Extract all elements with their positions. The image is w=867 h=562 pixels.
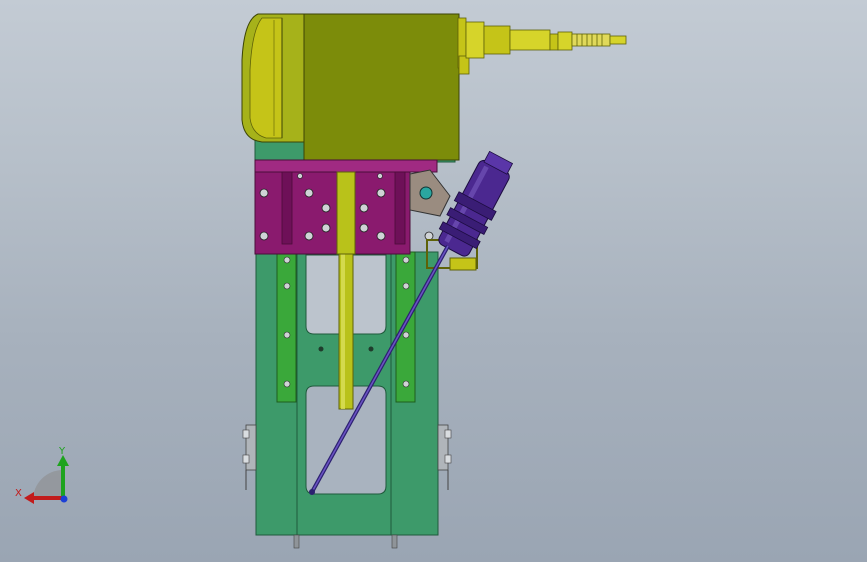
x-axis-arrowhead [24, 492, 34, 504]
x-axis-label: X [15, 488, 22, 499]
axis-triad: Y X [15, 446, 69, 504]
bolt-icon [391, 534, 398, 549]
cad-assembly-drawing[interactable]: Y X [0, 0, 867, 562]
motor-housing[interactable] [241, 13, 460, 163]
y-axis-label: Y [58, 446, 66, 457]
bolt-icon [293, 534, 300, 549]
hole-icon [368, 346, 374, 352]
right-clamp[interactable] [437, 424, 452, 490]
spring-icon [571, 33, 611, 47]
fitting[interactable] [457, 17, 627, 75]
left-clamp[interactable] [242, 424, 257, 490]
hole-icon [318, 346, 324, 352]
z-axis-dot [60, 495, 68, 503]
triad-quadrant [33, 470, 63, 500]
cad-viewport[interactable]: Y X [0, 0, 867, 562]
guide-rail-left[interactable] [276, 251, 297, 403]
